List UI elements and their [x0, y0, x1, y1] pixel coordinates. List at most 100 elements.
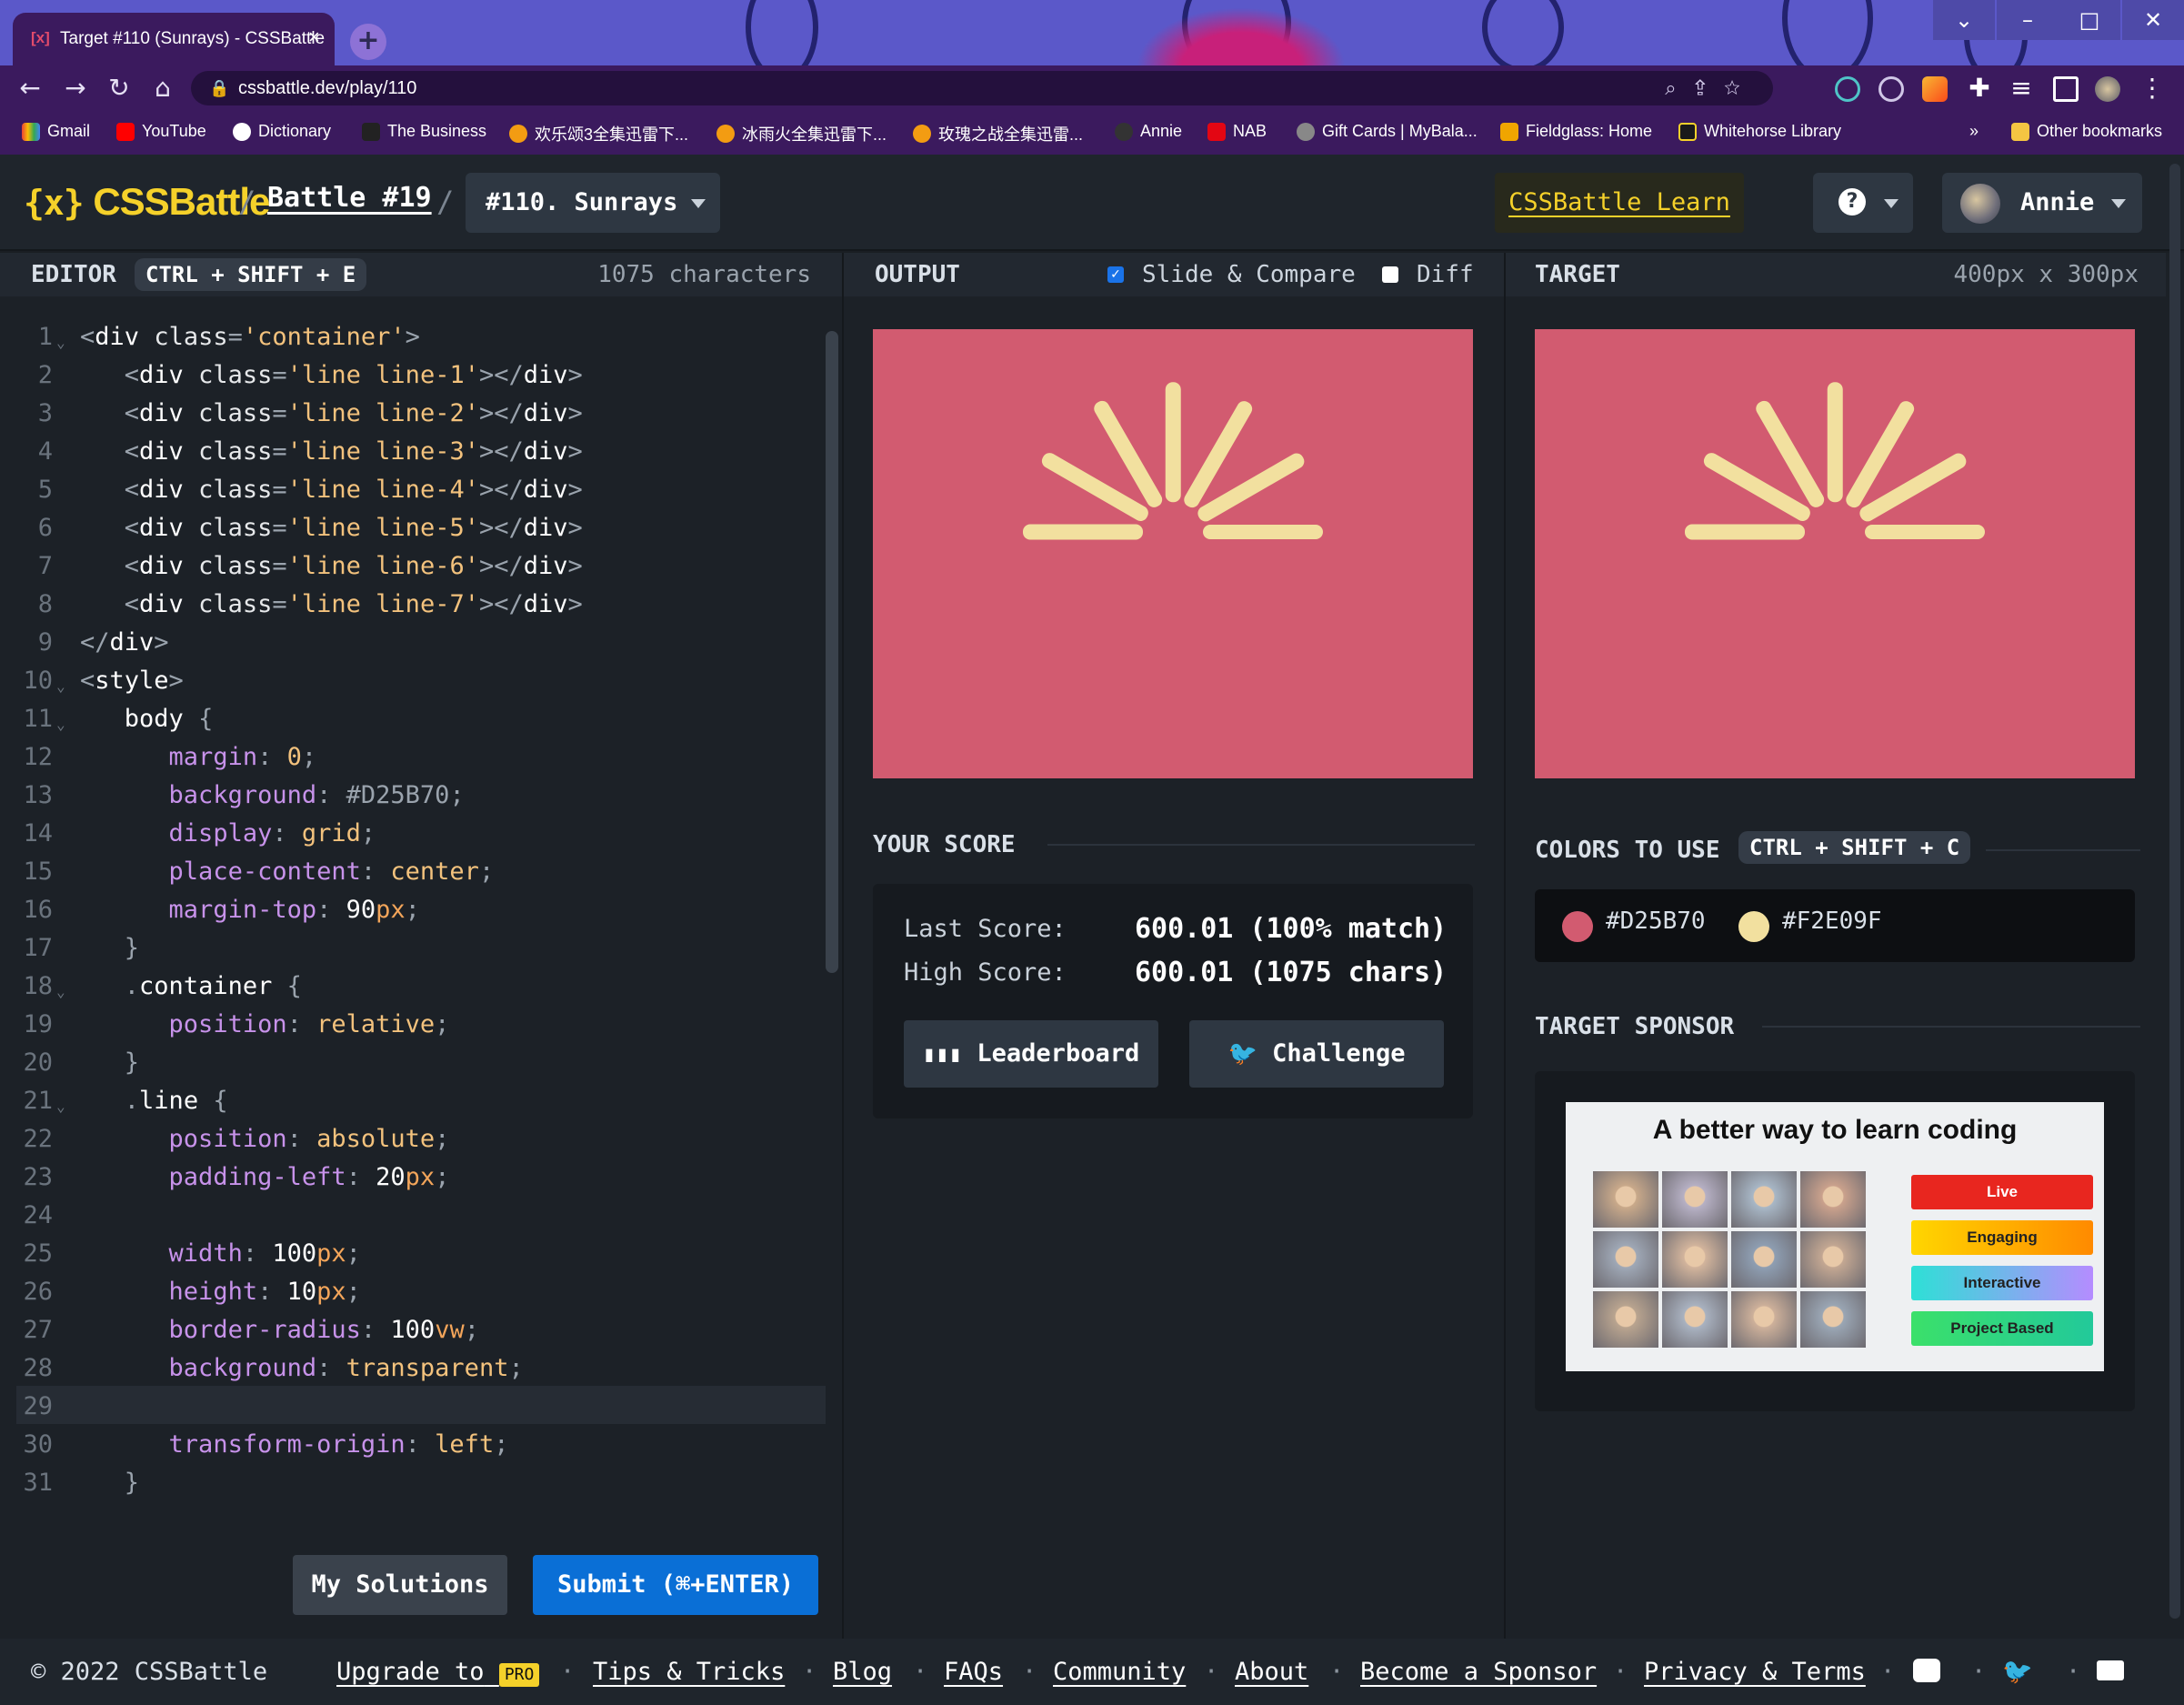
maximize-icon[interactable]: □ — [2059, 0, 2120, 40]
cssbattle-logo[interactable]: {x} CSSBattle — [24, 178, 270, 226]
code-line[interactable]: 2 <div class='line line-1'></div> — [0, 356, 818, 395]
code-line[interactable]: 14 display: grid; — [0, 815, 818, 853]
diff-checkbox[interactable] — [1382, 266, 1398, 283]
code-line[interactable]: 6 <div class='line line-5'></div> — [0, 509, 818, 547]
cssbattle-learn-link[interactable]: CSSBattle Learn — [1495, 173, 1744, 233]
forward-icon[interactable]: → — [60, 73, 91, 104]
my-solutions-button[interactable]: My Solutions — [293, 1555, 507, 1615]
sponsor-ad[interactable]: A better way to learn coding Live Engagi… — [1566, 1102, 2104, 1371]
code-line[interactable]: 20 } — [0, 1044, 818, 1082]
page-scrollbar[interactable] — [2169, 164, 2180, 1619]
discord-icon[interactable] — [1913, 1659, 1940, 1682]
bookmark-gmail[interactable]: Gmail — [22, 122, 90, 141]
code-line[interactable]: 16 margin-top: 90px; — [0, 891, 818, 929]
color-code[interactable]: #F2E09F — [1782, 908, 1882, 935]
extensions-puzzle-icon[interactable]: ✚ — [1964, 73, 1995, 104]
code-line[interactable]: 19 position: relative; — [0, 1006, 818, 1044]
extension-color-icon[interactable] — [1922, 76, 1948, 102]
color-swatch[interactable] — [1738, 911, 1769, 942]
code-line[interactable]: 26 height: 10px; — [0, 1273, 818, 1311]
code-line[interactable]: 10 ⌄ <style> — [0, 662, 818, 700]
home-icon[interactable]: ⌂ — [147, 73, 178, 104]
bookmark-dictionary[interactable]: Dictionary — [233, 122, 331, 141]
omnibox-actions[interactable]: ⌕⇪☆ — [1665, 71, 1758, 105]
editor-scrollbar[interactable] — [826, 331, 838, 973]
reading-list-icon[interactable]: ≡ — [2006, 73, 2037, 104]
close-window-icon[interactable]: ✕ — [2122, 0, 2184, 40]
address-bar[interactable]: 🔒 cssbattle.dev/play/110 ⌕⇪☆ — [191, 71, 1773, 105]
about-link[interactable]: About — [1235, 1639, 1308, 1705]
become-sponsor-link[interactable]: Become a Sponsor — [1360, 1639, 1597, 1705]
color-code[interactable]: #D25B70 — [1606, 908, 1706, 935]
bookmark-nab[interactable]: NAB — [1207, 122, 1267, 141]
code-line[interactable]: 9 </div> — [0, 624, 818, 662]
bookmark-fieldglass[interactable]: Fieldglass: Home — [1500, 122, 1652, 141]
code-line[interactable]: 15 place-content: center; — [0, 853, 818, 891]
code-line[interactable]: 12 margin: 0; — [0, 738, 818, 777]
code-line[interactable]: 25 width: 100px; — [0, 1235, 818, 1273]
privacy-terms-link[interactable]: Privacy & Terms — [1644, 1639, 1866, 1705]
submit-button[interactable]: Submit (⌘+ENTER) — [533, 1555, 818, 1615]
line-number: 25 — [23, 1239, 53, 1268]
tab-search-icon[interactable]: ⌄ — [1933, 0, 1995, 40]
slide-compare-checkbox[interactable]: ✓ — [1107, 266, 1124, 283]
code-line[interactable]: 4 <div class='line line-3'></div> — [0, 433, 818, 471]
close-tab-icon[interactable]: × — [308, 25, 320, 49]
upgrade-link[interactable]: Upgrade to PRO — [336, 1639, 540, 1705]
code-line[interactable]: 31 } — [0, 1464, 818, 1502]
user-menu-button[interactable]: Annie — [1942, 173, 2142, 233]
output-canvas[interactable] — [873, 329, 1473, 778]
code-line[interactable]: 23 padding-left: 20px; — [0, 1158, 818, 1197]
email-icon[interactable] — [2097, 1660, 2124, 1680]
help-menu-button[interactable]: ? — [1813, 173, 1913, 233]
bookmark-3[interactable]: 玫瑰之战全集迅雷... — [913, 122, 1083, 145]
bookmark-the-business[interactable]: The Business — [362, 122, 486, 141]
reload-icon[interactable]: ↻ — [104, 73, 135, 104]
code-line[interactable]: 18 ⌄ .container { — [0, 968, 818, 1006]
leaderboard-button[interactable]: ▮▮▮ Leaderboard — [904, 1020, 1158, 1088]
code-line[interactable]: 27 border-radius: 100vw; — [0, 1311, 818, 1349]
color-swatch[interactable] — [1562, 911, 1593, 942]
target-select[interactable]: #110. Sunrays — [466, 173, 720, 233]
code-line[interactable]: 21 ⌄ .line { — [0, 1082, 818, 1120]
bar-chart-icon: ▮▮▮ — [922, 1041, 963, 1067]
code-line[interactable]: 30 transform-origin: left; — [0, 1426, 818, 1464]
code-text: <div class='line line-3'></div> — [124, 437, 583, 466]
bookmarks-overflow-icon[interactable]: » — [1969, 122, 1979, 141]
profile-avatar-icon[interactable] — [2095, 76, 2120, 102]
code-line[interactable]: 8 <div class='line line-7'></div> — [0, 586, 818, 624]
code-line[interactable]: 24 — [0, 1197, 818, 1235]
code-line[interactable]: 11 ⌄ body { — [0, 700, 818, 738]
tips-tricks-link[interactable]: Tips & Tricks — [593, 1639, 785, 1705]
faqs-link[interactable]: FAQs — [944, 1639, 1003, 1705]
community-link[interactable]: Community — [1053, 1639, 1186, 1705]
bookmark-gift-cards[interactable]: Gift Cards | MyBala... — [1297, 122, 1478, 141]
new-tab-button[interactable]: + — [350, 24, 386, 60]
battle-link[interactable]: Battle #19 — [267, 182, 432, 214]
browser-menu-icon[interactable]: ⋮ — [2137, 73, 2168, 104]
extension-target-icon[interactable] — [1878, 76, 1904, 102]
code-line[interactable]: 5 <div class='line line-4'></div> — [0, 471, 818, 509]
bookmark-2[interactable]: 冰雨火全集迅雷下... — [716, 122, 887, 145]
challenge-button[interactable]: 🐦 Challenge — [1189, 1020, 1444, 1088]
code-line[interactable]: 3 <div class='line line-2'></div> — [0, 395, 818, 433]
side-panel-icon[interactable] — [2053, 76, 2079, 102]
blog-link[interactable]: Blog — [833, 1639, 892, 1705]
code-line[interactable]: 29 — [0, 1388, 818, 1426]
minimize-icon[interactable]: – — [1997, 0, 2059, 40]
bookmark-annie[interactable]: Annie — [1115, 122, 1182, 141]
code-line[interactable]: 22 position: absolute; — [0, 1120, 818, 1158]
bookmark-youtube[interactable]: YouTube — [116, 122, 206, 141]
code-line[interactable]: 1 ⌄ <div class='container'> — [0, 318, 818, 356]
bookmark-whitehorse[interactable]: Whitehorse Library — [1678, 122, 1841, 141]
back-icon[interactable]: ← — [15, 73, 45, 104]
code-line[interactable]: 13 background: #D25B70; — [0, 777, 818, 815]
other-bookmarks[interactable]: Other bookmarks — [2011, 122, 2162, 141]
browser-tab[interactable]: [x] Target #110 (Sunrays) - CSSBattle × — [13, 13, 335, 65]
code-line[interactable]: 28 background: transparent; — [0, 1349, 818, 1388]
code-line[interactable]: 7 <div class='line line-6'></div> — [0, 547, 818, 586]
twitter-icon[interactable]: 🐦 — [2002, 1639, 2033, 1705]
bookmark-1[interactable]: 欢乐颂3全集迅雷下... — [509, 122, 688, 145]
code-line[interactable]: 17 } — [0, 929, 818, 968]
react-devtools-icon[interactable] — [1835, 76, 1860, 102]
